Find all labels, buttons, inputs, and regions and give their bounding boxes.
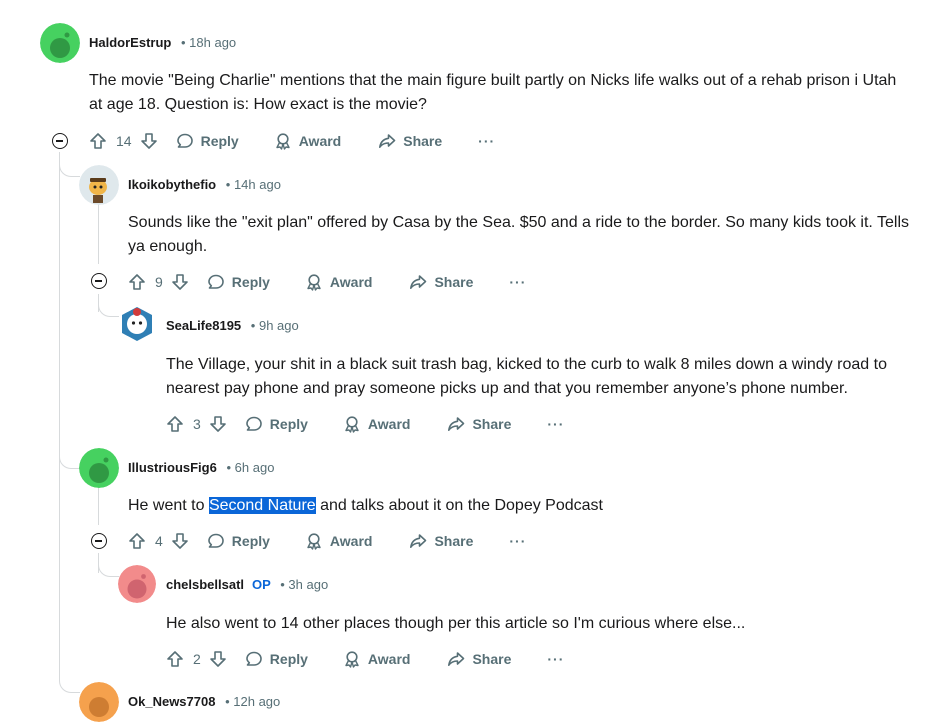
thread-elbow <box>98 560 119 577</box>
thread-line-level2 <box>98 200 99 264</box>
timestamp[interactable]: • 6h ago <box>226 460 274 475</box>
comment-icon <box>176 133 193 148</box>
award-icon <box>345 651 359 668</box>
downvote-icon[interactable] <box>209 650 227 668</box>
timestamp[interactable]: • 9h ago <box>251 318 299 333</box>
comment-actions: 2 Reply Award Share ··· <box>166 646 564 672</box>
timestamp[interactable]: • 3h ago <box>280 577 328 592</box>
comment-author-line: Ikoikobythefio • 14h ago <box>128 177 281 192</box>
comment-body: He also went to 14 other places though p… <box>166 615 746 632</box>
avatar[interactable] <box>79 165 119 205</box>
share-icon <box>448 652 465 666</box>
award-icon <box>345 416 359 433</box>
share-button[interactable]: Share <box>409 532 473 550</box>
thread-line-level2 <box>98 485 99 525</box>
upvote-icon[interactable] <box>128 532 146 550</box>
award-icon <box>276 133 290 150</box>
comment-body: Sounds like the "exit plan" offered by C… <box>128 214 910 255</box>
comment-actions: 3 Reply Award Share ··· <box>166 411 564 437</box>
selected-text: Second Nature <box>208 497 316 514</box>
avatar[interactable] <box>79 682 119 722</box>
comment-author-line: chelsbellsatl OP • 3h ago <box>166 577 328 592</box>
share-button[interactable]: Share <box>378 132 442 150</box>
downvote-icon[interactable] <box>209 415 227 433</box>
downvote-icon[interactable] <box>171 532 189 550</box>
more-options-button[interactable]: ··· <box>509 533 526 549</box>
username-link[interactable]: IllustriousFig6 <box>128 460 217 475</box>
thread-elbow <box>59 672 80 693</box>
comment-icon <box>207 533 224 548</box>
reply-button[interactable]: Reply <box>245 650 308 668</box>
comment-author-line: SeaLife8195 • 9h ago <box>166 318 299 333</box>
username-link[interactable]: SeaLife8195 <box>166 318 241 333</box>
comment-actions: 4 Reply Award Share ··· <box>128 528 526 554</box>
share-icon <box>410 534 427 548</box>
comment-icon <box>207 274 224 289</box>
share-button[interactable]: Share <box>409 273 473 291</box>
reply-button[interactable]: Reply <box>207 532 270 550</box>
reply-button[interactable]: Reply <box>245 415 308 433</box>
share-button[interactable]: Share <box>447 415 511 433</box>
thread-elbow <box>59 160 80 177</box>
award-button[interactable]: Award <box>343 415 410 433</box>
more-options-button[interactable]: ··· <box>547 416 564 432</box>
share-icon <box>448 417 465 431</box>
avatar[interactable] <box>118 305 156 343</box>
comment-author-line: HaldorEstrup • 18h ago <box>89 35 236 50</box>
thread-elbow <box>59 448 80 469</box>
more-options-button[interactable]: ··· <box>547 651 564 667</box>
username-link[interactable]: chelsbellsatl <box>166 577 244 592</box>
collapse-thread-button[interactable] <box>52 133 68 149</box>
op-badge: OP <box>252 577 271 592</box>
comment-actions: 9 Reply Award Share ··· <box>128 269 526 295</box>
thread-elbow <box>98 300 119 317</box>
more-options-button[interactable]: ··· <box>509 274 526 290</box>
username-link[interactable]: Ikoikobythefio <box>128 177 216 192</box>
award-icon <box>307 533 321 550</box>
upvote-icon[interactable] <box>89 132 107 150</box>
vote-count: 9 <box>155 274 163 290</box>
more-options-button[interactable]: ··· <box>478 133 495 149</box>
share-icon <box>379 134 396 148</box>
award-icon <box>307 274 321 291</box>
vote-count: 2 <box>193 651 201 667</box>
reply-button[interactable]: Reply <box>207 273 270 291</box>
share-button[interactable]: Share <box>447 650 511 668</box>
comment-body: He went to Second Nature and talks about… <box>128 497 603 514</box>
username-link[interactable]: HaldorEstrup <box>89 35 171 50</box>
comment-body: The Village, your shit in a black suit t… <box>166 356 887 397</box>
upvote-icon[interactable] <box>166 650 184 668</box>
timestamp[interactable]: • 18h ago <box>181 35 236 50</box>
vote-count: 14 <box>116 133 132 149</box>
award-button[interactable]: Award <box>305 273 372 291</box>
reply-button[interactable]: Reply <box>176 132 239 150</box>
timestamp[interactable]: • 14h ago <box>226 177 281 192</box>
downvote-icon[interactable] <box>140 132 158 150</box>
comment-icon <box>245 651 262 666</box>
vote-count: 4 <box>155 533 163 549</box>
share-icon <box>410 275 427 289</box>
avatar[interactable] <box>79 448 119 488</box>
avatar[interactable] <box>118 565 156 603</box>
comment-author-line: IllustriousFig6 • 6h ago <box>128 460 274 475</box>
comment-actions: 14 Reply Award Share ··· <box>89 128 495 154</box>
upvote-icon[interactable] <box>128 273 146 291</box>
award-button[interactable]: Award <box>274 132 341 150</box>
thread-line-root <box>59 152 60 672</box>
comment-body: The movie "Being Charlie" mentions that … <box>89 72 897 113</box>
comment-icon <box>245 416 262 431</box>
vote-count: 3 <box>193 416 201 432</box>
collapse-thread-button[interactable] <box>91 533 107 549</box>
downvote-icon[interactable] <box>171 273 189 291</box>
collapse-thread-button[interactable] <box>91 273 107 289</box>
award-button[interactable]: Award <box>343 650 410 668</box>
avatar[interactable] <box>40 23 80 63</box>
award-button[interactable]: Award <box>305 532 372 550</box>
upvote-icon[interactable] <box>166 415 184 433</box>
